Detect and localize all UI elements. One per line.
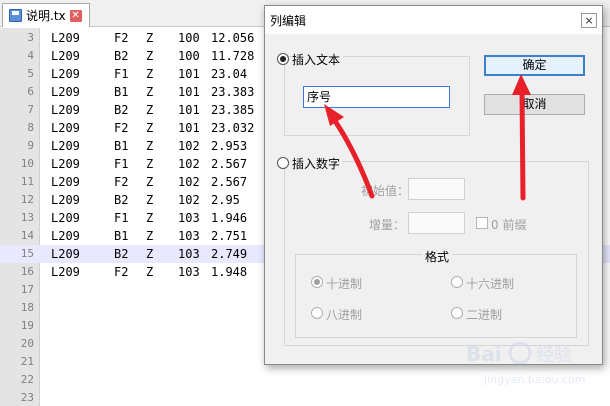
arrow-group [324, 74, 531, 201]
arrow-to-text-input [330, 115, 375, 199]
arrow-to-ok-button [519, 89, 526, 201]
svg-text:经验: 经验 [536, 345, 572, 366]
watermark-logo: Bai 经验 jingyan.baidu.com [466, 341, 586, 386]
arrow-to-ok-button-head [512, 74, 531, 95]
svg-text:jingyan.baidu.com: jingyan.baidu.com [483, 373, 586, 386]
svg-text:Bai: Bai [466, 342, 502, 366]
arrow-to-text-input-head [324, 104, 344, 126]
